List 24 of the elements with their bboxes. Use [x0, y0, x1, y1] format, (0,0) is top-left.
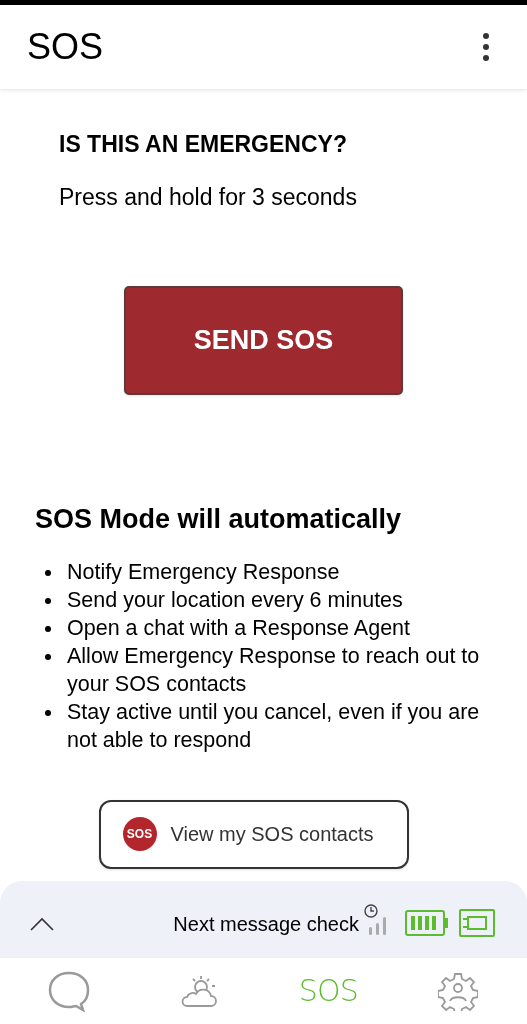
app-bar-title: SOS: [27, 25, 104, 69]
info-item: Send your location every 6 minutes: [67, 586, 403, 614]
bullet-icon: [45, 569, 51, 576]
device-icon: [459, 908, 495, 937]
info-item: Open a chat with a Response Agent: [67, 614, 411, 642]
status-text: Next message check: [173, 911, 359, 937]
bullet-icon: [45, 625, 51, 632]
chat-icon: [46, 970, 91, 1012]
bullet-icon: [45, 653, 51, 660]
info-item: Notify Emergency Response: [67, 558, 340, 586]
hold-instruction: Press and hold for 3 seconds: [59, 182, 358, 212]
settings-icon: [438, 971, 479, 1011]
sos-badge: SOS: [122, 817, 157, 851]
contacts-label: View my SOS contacts: [170, 822, 374, 847]
send-sos-button[interactable]: SEND SOS: [124, 286, 403, 395]
battery-icon: [405, 909, 449, 936]
info-heading: SOS Mode will automatically: [34, 503, 403, 536]
info-item: Stay active until you cancel, even if you are not able to respond: [67, 698, 481, 754]
bullet-icon: [45, 597, 51, 604]
contacts-button[interactable]: SOS View my SOS contacts: [98, 799, 409, 869]
info-item: Allow Emergency Response to reach out to your SOS contacts: [67, 642, 481, 698]
emergency-heading: IS THIS AN EMERGENCY?: [59, 130, 348, 159]
expand-icon[interactable]: [30, 916, 54, 931]
bullet-icon: [45, 709, 51, 716]
